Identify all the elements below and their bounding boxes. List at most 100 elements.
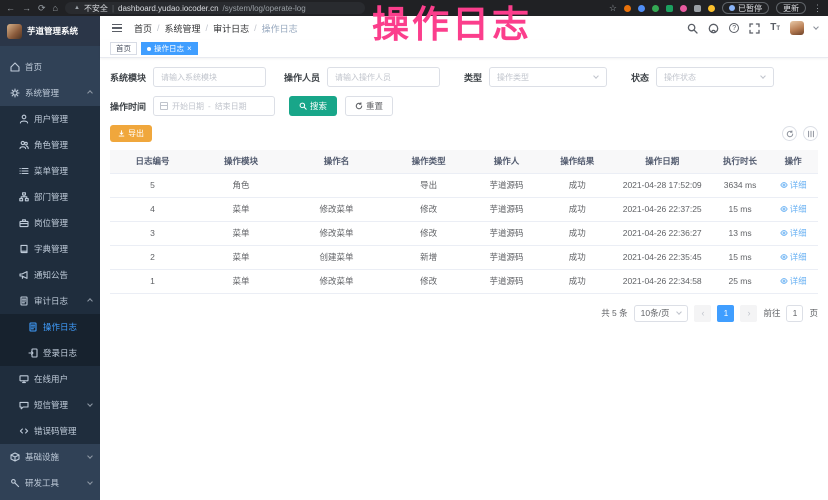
col-header-result: 操作结果 [542,150,613,173]
export-button[interactable]: 导出 [110,125,152,142]
sidebar-item-home[interactable]: 首页 [0,54,100,80]
chevron-down-icon [760,73,766,79]
sidebar-item-online-users[interactable]: 在线用户 [0,366,100,392]
search-icon[interactable] [687,23,698,34]
font-size-icon[interactable]: TT [770,23,780,33]
github-icon[interactable] [708,23,719,34]
sidebar-item-system[interactable]: 系统管理 [0,80,100,106]
cell-id: 2 [110,245,195,269]
next-page-button[interactable]: › [740,305,757,322]
avatar-caret-icon[interactable] [813,24,819,30]
sidebar-item-infrastructure[interactable]: 基础设施 [0,444,100,470]
log-table: 日志编号 操作模块 操作名 操作类型 操作人 操作结果 操作日期 执行时长 操作 [110,150,818,294]
goto-page-input[interactable] [786,305,803,322]
extension-icon[interactable] [666,5,673,12]
extension-icon[interactable] [680,5,687,12]
detail-link[interactable]: 详细 [780,227,807,239]
tag-home[interactable]: 首页 [110,42,137,55]
table-row: 4 菜单 修改菜单 修改 芋道源码 成功 2021-04-26 22:37:25… [110,197,818,221]
page-size-select[interactable]: 10条/页 [634,305,689,322]
status-select[interactable]: 操作状态 [656,67,774,87]
tag-operate-log[interactable]: 操作日志 × [141,42,198,55]
url-bar[interactable]: ▲ 不安全 | dashboard.yudao.iocoder.cn/syste… [65,2,365,14]
insecure-warning-icon: ▲ [74,5,80,11]
chevron-up-icon [87,298,93,304]
browser-forward-icon[interactable]: → [22,4,31,13]
tag-label: 操作日志 [154,43,184,54]
type-select[interactable]: 操作类型 [489,67,607,87]
sidebar-item-menus[interactable]: 菜单管理 [0,158,100,184]
detail-link[interactable]: 详细 [780,203,807,215]
sidebar-item-audit-log[interactable]: 审计日志 [0,288,100,314]
breadcrumb-item[interactable]: 首页 [134,22,152,35]
sidebar-item-operate-log[interactable]: 操作日志 [0,314,100,340]
cell-name [287,173,386,197]
col-header-action: 操作 [768,150,818,173]
page-size-label: 10条/页 [641,307,670,319]
role-icon [19,140,29,150]
date-range-picker[interactable]: 开始日期 - 结束日期 [153,96,275,116]
cell-duration: 15 ms [712,197,769,221]
sidebar-item-label: 用户管理 [34,113,68,125]
browser-home-icon[interactable]: ⌂ [53,4,58,13]
megaphone-icon [19,270,29,280]
login-log-icon [28,348,38,358]
detail-link[interactable]: 详细 [780,179,807,191]
refresh-table-button[interactable] [782,126,797,141]
cell-id: 4 [110,197,195,221]
sidebar-item-label: 研发工具 [25,477,59,489]
docs-help-icon[interactable]: ? [729,23,739,33]
browser-menu-icon[interactable]: ⋮ [813,3,822,14]
update-pill[interactable]: 更新 [776,2,806,14]
operator-input[interactable] [327,67,440,87]
close-icon[interactable]: × [187,45,192,53]
puzzle-extensions-icon[interactable] [694,5,701,12]
sidebar-item-notices[interactable]: 通知公告 [0,262,100,288]
detail-link[interactable]: 详细 [780,251,807,263]
breadcrumb-item[interactable]: 审计日志 [213,22,249,35]
refresh-icon [355,102,363,110]
fullscreen-icon[interactable] [749,23,760,34]
bookmark-star-icon[interactable]: ☆ [609,3,617,14]
prev-page-button[interactable]: ‹ [694,305,711,322]
filter-row-2: 操作时间 开始日期 - 结束日期 搜索 重置 [110,96,818,116]
hamburger-icon[interactable] [112,27,122,28]
tag-label: 首页 [116,43,131,54]
profile-smiley-icon[interactable] [708,5,715,12]
search-button[interactable]: 搜索 [289,96,337,116]
sidebar-item-dev-tools[interactable]: 研发工具 [0,470,100,496]
end-date-placeholder: 结束日期 [215,101,247,112]
sidebar-item-error-codes[interactable]: 错误码管理 [0,418,100,444]
column-settings-button[interactable] [803,126,818,141]
browser-back-icon[interactable]: ← [6,4,15,13]
cell-module: 菜单 [195,245,287,269]
cell-type: 新增 [386,245,471,269]
sidebar-item-sms[interactable]: 短信管理 [0,392,100,418]
cell-module: 菜单 [195,197,287,221]
extension-icon[interactable] [652,5,659,12]
user-avatar[interactable] [790,21,804,35]
sidebar: 芋道管理系统 首页 系统管理 用户管理 角色管理 [0,16,100,500]
reset-button[interactable]: 重置 [345,96,393,116]
filter-operator: 操作人员 [284,67,440,87]
breadcrumb-item[interactable]: 系统管理 [165,22,201,35]
extension-icon[interactable] [624,5,631,12]
detail-link[interactable]: 详细 [780,275,807,287]
extension-icon[interactable] [638,5,645,12]
sidebar-item-posts[interactable]: 岗位管理 [0,210,100,236]
sidebar-logo[interactable]: 芋道管理系统 [0,16,100,46]
sidebar-item-label: 在线用户 [34,373,68,385]
sidebar-item-departments[interactable]: 部门管理 [0,184,100,210]
sidebar-item-users[interactable]: 用户管理 [0,106,100,132]
screen: ← → ⟳ ⌂ ▲ 不安全 | dashboard.yudao.iocoder.… [0,0,828,500]
sidebar-item-dicts[interactable]: 字典管理 [0,236,100,262]
page-number-button[interactable]: 1 [717,305,734,322]
eye-icon [780,181,788,189]
sidebar-item-roles[interactable]: 角色管理 [0,132,100,158]
module-input[interactable] [153,67,266,87]
cell-duration: 15 ms [712,245,769,269]
detail-link-label: 详细 [790,179,807,191]
browser-reload-icon[interactable]: ⟳ [38,4,46,13]
sidebar-item-login-log[interactable]: 登录日志 [0,340,100,366]
profile-paused-pill[interactable]: 已暂停 [722,2,769,14]
